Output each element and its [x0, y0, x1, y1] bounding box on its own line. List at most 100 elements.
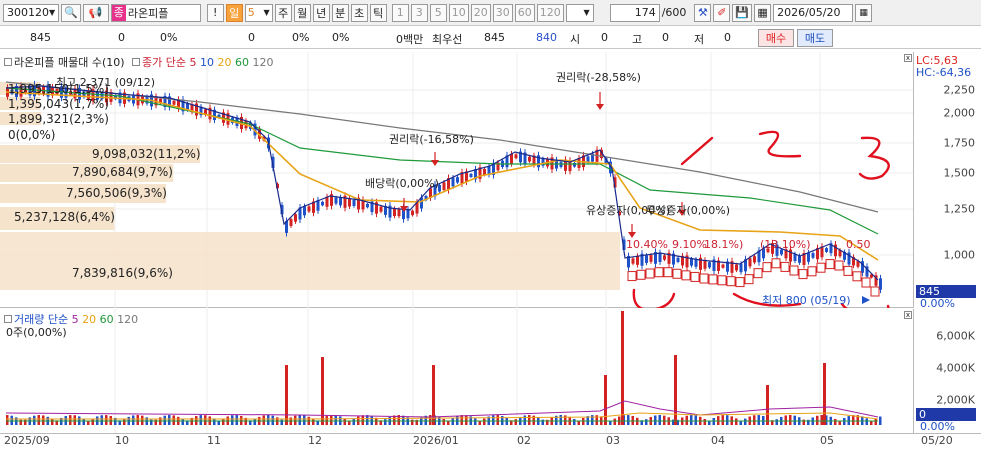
volume-bar [37, 415, 40, 425]
sell-button[interactable]: 매도 [797, 29, 833, 47]
volume-spike [321, 357, 324, 425]
period-year-button[interactable]: 년 [312, 3, 330, 22]
period-month-button[interactable]: 월 [293, 3, 311, 22]
volume-bar [6, 415, 9, 425]
volume-bar [33, 415, 36, 425]
volume-bar [235, 415, 238, 425]
interval-1-button[interactable]: 1 [391, 3, 409, 22]
legend-ma60: 60 [235, 56, 250, 69]
interval-label: 10 [451, 6, 466, 19]
buy-button[interactable]: 매수 [758, 29, 794, 47]
interval-10-button[interactable]: 10 [448, 3, 469, 22]
legend-ma5: 5 [189, 56, 197, 69]
period-week-button[interactable]: 주 [274, 3, 292, 22]
volume-bar [784, 415, 787, 425]
y-tick: 1,500 [943, 166, 976, 180]
y-tick: 2,000 [943, 106, 976, 120]
volume-bar [627, 415, 630, 425]
stock-name-field[interactable]: 종 라온피플 [110, 3, 201, 22]
tools-button[interactable]: ⚒ [694, 3, 712, 22]
pane-close-icon[interactable]: x [904, 54, 912, 62]
volume-bar [685, 415, 688, 425]
period-daily-label: 일 [229, 6, 240, 20]
rights-annotation: 권리락(-16,58%) [389, 133, 474, 146]
high-price-label: 최고 2,371 (09/12) [56, 76, 156, 89]
interval-20-button[interactable]: 20 [470, 3, 491, 22]
quote-volume-pct: 0% [292, 31, 310, 44]
interval-3-button[interactable]: 3 [410, 3, 428, 22]
date-picker-button[interactable]: ▦ [855, 3, 873, 22]
buy-label: 매수 [765, 32, 787, 45]
volume-bar [100, 415, 103, 425]
calendar-small-icon: ▦ [859, 7, 868, 18]
profile-label: 1,899,321(2,3%) [8, 112, 109, 126]
volume-bar [163, 415, 166, 425]
volume-bar [631, 415, 634, 425]
legend-ma120: 120 [252, 56, 274, 69]
period-number-select[interactable]: 5 ▼ [244, 3, 273, 22]
volume-bar [361, 415, 364, 425]
candle [456, 177, 459, 183]
signal-marker [780, 261, 790, 272]
date-input[interactable]: 2026/05/20 [773, 3, 854, 22]
pane-close-icon[interactable]: x [904, 311, 912, 319]
save-button[interactable]: 💾 [732, 3, 753, 22]
volume-bar [69, 415, 72, 425]
signal-marker [843, 265, 853, 276]
interval-60-button[interactable]: 60 [514, 3, 535, 22]
volume-bar [874, 418, 877, 425]
legend-box-icon [4, 58, 12, 66]
link-button[interactable]: ✐ [713, 3, 731, 22]
profile-label: 7,839,816(9,6%) [72, 266, 173, 280]
volume-bar [366, 415, 369, 425]
volume-spike [432, 365, 435, 425]
candle [735, 264, 738, 271]
interval-120-button[interactable]: 120 [536, 3, 564, 22]
volume-bar [141, 415, 144, 425]
volume-pane[interactable]: 거래량 단순 5 20 60 120 0주(0,00%) x [0, 309, 913, 434]
volume-bar [793, 415, 796, 425]
volume-bar [73, 415, 76, 425]
signal-marker [627, 271, 637, 282]
vol-ma5: 5 [71, 313, 79, 326]
count-input[interactable]: 174 [609, 3, 660, 22]
chevron-down-icon: ▼ [263, 8, 270, 17]
chart-window: 300120 ▼ 🔍 📢 종 라온피플 ! 일 5 ▼ 주 월 년 분 초 틱 1 3… [0, 0, 981, 452]
hc-readout: HC:-64,36 [916, 66, 972, 79]
save-icon: 💾 [735, 6, 750, 19]
interval-5-button[interactable]: 5 [429, 3, 447, 22]
search-button[interactable]: 🔍 [61, 3, 81, 22]
period-second-button[interactable]: 초 [350, 3, 368, 22]
alert-button[interactable]: ! [206, 3, 224, 22]
quote-change-pct: 0% [160, 31, 178, 44]
candle [739, 263, 743, 273]
volume-bar [262, 415, 265, 425]
price-pane[interactable]: 라온피플 매물대 수(10) 종가 단순 5 10 20 60 120 1,99… [0, 52, 913, 308]
signal-marker [870, 286, 880, 297]
candle [748, 258, 752, 267]
period-tick-button[interactable]: 틱 [369, 3, 387, 22]
calendar-button[interactable]: ▦ [754, 3, 772, 22]
price-axis: LC:5,63 HC:-64,36 2,250 2,000 1,750 1,50… [913, 52, 981, 310]
stock-code-input[interactable]: 300120 ▼ [3, 3, 59, 22]
interval-30-button[interactable]: 30 [492, 3, 513, 22]
period-daily-button[interactable]: 일 [225, 3, 243, 22]
legend-box-icon [132, 58, 141, 66]
speaker-button[interactable]: 📢 [82, 3, 109, 22]
signal-marker [726, 276, 736, 287]
interval-label: 20 [473, 6, 488, 19]
volume-spike [621, 311, 624, 425]
signal-marker [717, 275, 727, 286]
candle [514, 154, 518, 159]
volume-bar [694, 415, 697, 425]
dividend-annotation: 배당락(0,00%) [365, 177, 439, 190]
signal-label: 10.40% [626, 238, 668, 251]
interval-select[interactable]: ▼ [565, 3, 594, 22]
quote-money: 0백만 [396, 33, 424, 46]
profile-band [0, 232, 620, 290]
quote-open: 0 [601, 31, 608, 44]
quote-turnover-pct: 0% [332, 31, 350, 44]
volume-bar [474, 418, 477, 425]
period-minute-button[interactable]: 분 [331, 3, 349, 22]
signal-marker [681, 270, 691, 281]
